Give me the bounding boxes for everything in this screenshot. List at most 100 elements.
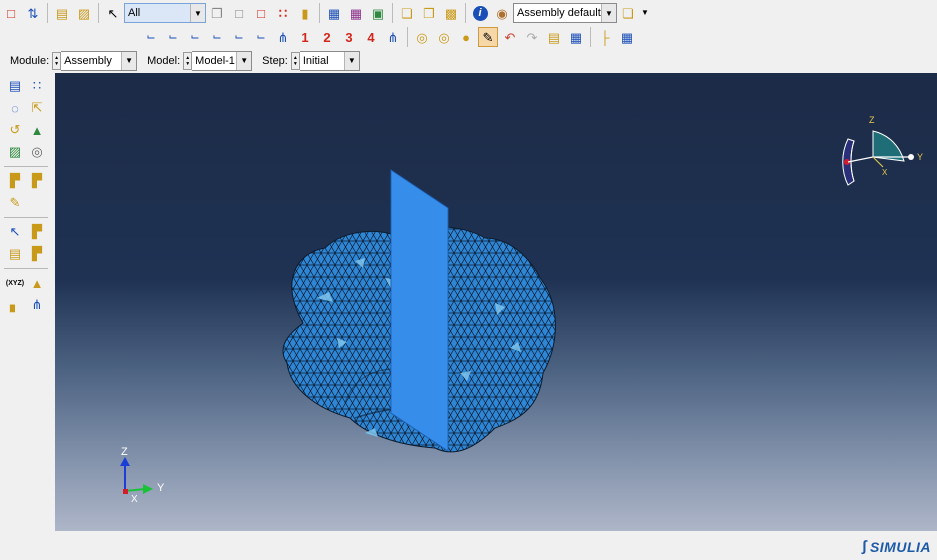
constraint-face-to-face-icon[interactable]: ▛ [26,171,48,192]
translucent-icon[interactable]: ◎ [434,27,454,47]
rotate-instance-icon[interactable]: ↺ [4,120,26,141]
select-solid-icon[interactable]: ▮ [295,3,315,23]
select-arrow-icon[interactable]: ↖ [103,3,123,23]
module-value: Assembly [64,54,112,67]
iso-view-icon[interactable]: ❏ [397,3,417,23]
color-code-value: Assembly defaults [517,7,607,19]
layer-icon[interactable]: ▤ [52,3,72,23]
view-right-icon[interactable]: ⌙ [251,27,271,47]
triad-y-label: Y [157,482,165,494]
datum-csys-icon[interactable]: ▛ [26,244,48,265]
edit-constraint-icon[interactable]: ✎ [4,193,26,214]
color-palette-icon[interactable]: ◉ [492,3,512,23]
module-spinner[interactable]: ▲ ▼ [52,51,62,70]
main-toolbar: □ ⇅ ▤ ▨ ↖ All ▼ ❐ □ □ ∷ ▮ ▦ ▦ ▣ ❏ ❐ ▩ i … [0,1,651,25]
wireframe-render-icon[interactable]: ▦ [324,3,344,23]
chevron-down-icon: ▼ [121,51,137,70]
module-toolbox: ▤ ∷ ◌ ⇱ ↺ ▲ ▨ ◎ ▛ ▛ ✎ ↖ ▛ ▤ ▛ (XYZ) ▲ ▖ … [4,75,52,395]
sort-icon[interactable]: ⇅ [23,3,43,23]
drag-shape-icon[interactable]: □ [229,3,249,23]
toolbar-separator [392,3,393,23]
toolbar-separator [465,3,466,23]
selection-filter-select[interactable]: All ▼ [124,3,206,23]
boolean-icon[interactable]: ◎ [26,142,48,163]
user-view-4-button[interactable]: 4 [361,27,381,47]
toolbox-separator [4,268,48,269]
view-bottom-icon[interactable]: ⌙ [207,27,227,47]
undo-icon[interactable]: ↶ [500,27,520,47]
select-nodes-icon[interactable]: ∷ [273,3,293,23]
front-view-icon[interactable]: ❐ [419,3,439,23]
chevron-down-icon: ▼ [601,4,616,22]
triad-x-label: X [131,494,138,505]
query-icon[interactable]: ▤ [544,27,564,47]
datum-plane [390,169,449,452]
save-model-icon[interactable]: □ [1,3,21,23]
model-spinner[interactable]: ▲ ▼ [183,51,193,70]
stack-icon[interactable]: ▨ [74,3,94,23]
pick-tool-icon[interactable]: ✎ [478,27,498,47]
user-view-1-button[interactable]: 1 [295,27,315,47]
view-left-icon[interactable]: ⌙ [229,27,249,47]
user-view-2-button[interactable]: 2 [317,27,337,47]
info-icon[interactable]: i [470,3,490,23]
step-select[interactable]: ▲ ▼ Initial ▼ [290,50,360,71]
part-instance-icon[interactable]: ❏ [618,3,638,23]
view-cube-y-label: Y [917,152,923,162]
view-cube-x-label: X [882,168,888,177]
table-icon[interactable]: ▦ [566,27,586,47]
triad-view-icon[interactable]: ⋔ [383,27,403,47]
create-instance-icon[interactable]: ▤ [4,76,26,97]
view-front-icon[interactable]: ⌙ [141,27,161,47]
graphics-viewport[interactable]: Z Y X Z Y X [55,73,937,531]
grid-table-icon[interactable]: ▦ [617,27,637,47]
datum-icon[interactable]: ├ [595,27,615,47]
view-cube: Z Y X [842,115,923,186]
toolbar-separator [407,27,408,47]
create-xyz-point-button[interactable]: (XYZ) [4,273,26,294]
shell-toggle-icon[interactable]: ◎ [412,27,432,47]
toolbar-separator [319,3,320,23]
axis-triad: Z Y X [120,446,165,505]
module-select[interactable]: ▲ ▼ Assembly ▼ [52,50,138,71]
view-toolbar: ⌙ ⌙ ⌙ ⌙ ⌙ ⌙ ⋔ 1 2 3 4 ⋔ ◎ ◎ ● ✎ ↶ ↷ ▤ ▦ … [140,25,638,49]
step-value: Initial [302,54,329,67]
simulia-logo: ∫ SIMULIA [862,538,931,555]
linear-pattern-icon[interactable]: ∷ [26,76,48,97]
copy-icon[interactable]: ❐ [207,3,227,23]
chevron-down-icon: ▼ [343,51,359,70]
box-select-icon[interactable]: □ [251,3,271,23]
shaded-render-icon[interactable]: ▣ [368,3,388,23]
translate-instance-icon[interactable]: ⇱ [26,98,48,119]
merge-cut-icon[interactable]: ▨ [4,142,26,163]
model-value: Model-1 [195,54,235,67]
view-iso-icon[interactable]: ⋔ [273,27,293,47]
color-code-select[interactable]: Assembly defaults ▼ [513,3,617,23]
step-spinner[interactable]: ▲ ▼ [290,51,300,70]
solid-view-icon[interactable]: ▩ [441,3,461,23]
triad-z-label: Z [121,446,128,458]
sphere-icon[interactable]: ● [456,27,476,47]
toolbox-separator [4,166,48,167]
user-view-3-button[interactable]: 3 [339,27,359,47]
view-back-icon[interactable]: ⌙ [163,27,183,47]
datum-axis-icon[interactable]: ▤ [4,244,26,265]
partition-icon[interactable]: ▖ [4,295,26,316]
chevron-down-icon[interactable]: ▼ [640,3,650,23]
radial-pattern-icon[interactable]: ◌ [4,98,26,119]
constraint-parallel-face-icon[interactable]: ▛ [4,171,26,192]
redo-icon[interactable]: ↷ [522,27,542,47]
view-top-icon[interactable]: ⌙ [185,27,205,47]
toolbox-separator [4,217,48,218]
hidden-render-icon[interactable]: ▦ [346,3,366,23]
toolbar-separator [47,3,48,23]
datum-point-icon[interactable]: ↖ [4,222,26,243]
view-cube-z-label: Z [869,115,875,125]
ds-logo-icon: ∫ [862,538,867,555]
model-select[interactable]: ▲ ▼ Model-1 ▼ [183,50,253,71]
axis-triad-icon[interactable]: ⋔ [26,295,48,316]
datum-plane-icon[interactable]: ▛ [26,222,48,243]
module-label: Module: [10,54,50,67]
translate-to-icon[interactable]: ▲ [26,120,48,141]
offset-plane-icon[interactable]: ▲ [26,273,48,294]
